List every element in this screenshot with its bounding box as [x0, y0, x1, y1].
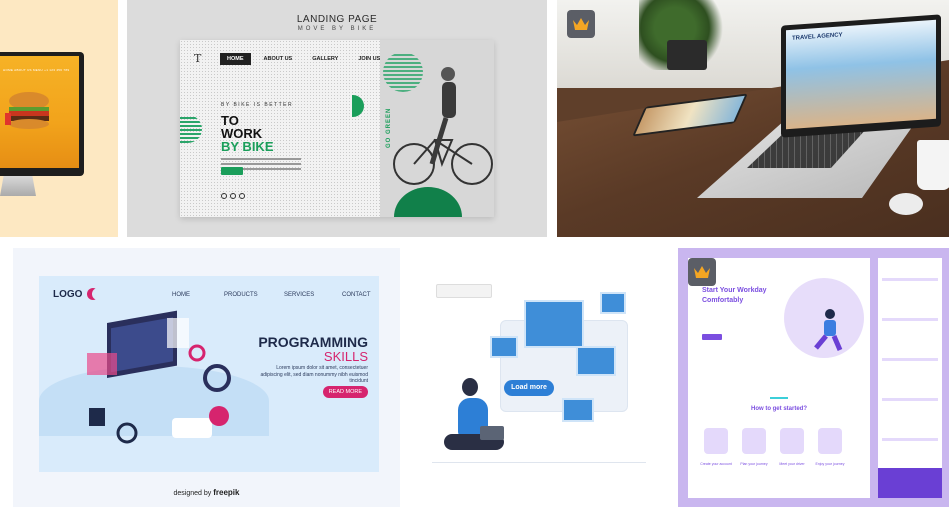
person-on-couch-illustration [814, 309, 843, 351]
menu-item-about: ABOUT US [263, 56, 293, 62]
burger-image [5, 92, 49, 129]
programmer-illustration [87, 310, 231, 444]
crown-icon [573, 18, 589, 30]
step-icons [704, 428, 842, 454]
travel-site-screen: TRAVEL AGENCY [786, 19, 936, 130]
mouse-image [889, 193, 923, 215]
step-3-label: Meet your driver [779, 462, 805, 466]
image-placeholder-top [600, 292, 626, 314]
landing-page-preview: T HOME ABOUT US GALLERY JOIN US BY BIKE … [180, 40, 494, 217]
laptop-icon [480, 426, 504, 440]
instagram-icon [221, 193, 227, 199]
step-labels: Create your account Plan your journey Me… [698, 462, 848, 466]
premium-badge[interactable] [567, 10, 595, 38]
travel-site-title: TRAVEL AGENCY [792, 32, 843, 42]
load-more-button: Load more [504, 380, 554, 396]
mobile-text-line [882, 318, 938, 321]
step-2-icon [742, 428, 766, 454]
mobile-text-line [882, 278, 938, 281]
thumbnail-bike-landing-page[interactable]: LANDING PAGE MOVE BY BIKE T HOME ABOUT U… [127, 0, 547, 237]
skills-headline: SKILLS [323, 349, 368, 364]
workday-headline: Start Your Workday Comfortably [702, 286, 772, 306]
mobile-text-line [882, 398, 938, 401]
nav-contact: CONTACT [342, 292, 371, 298]
go-green-label: GO GREEN [386, 107, 392, 148]
mobile-footer [878, 468, 942, 498]
menu-item-gallery: GALLERY [312, 56, 339, 62]
air-conditioner [436, 284, 492, 298]
image-placeholder-large [524, 300, 584, 348]
burger-site-nav: HOME ABOUT US MENU +1 123 456 789 [3, 68, 70, 72]
monitor-stand [0, 176, 36, 196]
floor-line [432, 462, 646, 463]
thumbnail-subtitle: MOVE BY BIKE [297, 26, 377, 32]
step-2-label: Plan your journey [740, 462, 768, 466]
step-4-label: Enjoy your journey [815, 462, 845, 466]
laptop-screen: TRAVEL AGENCY [781, 14, 941, 138]
step-4-icon [818, 428, 842, 454]
moon-logo-icon [87, 288, 104, 300]
read-more-button [221, 167, 243, 175]
mobile-text-line [882, 358, 938, 361]
step-3-icon [780, 428, 804, 454]
landing-menu: HOME ABOUT US GALLERY JOIN US [220, 53, 393, 65]
start-button [702, 334, 722, 340]
logo-text: LOGO [53, 289, 83, 300]
nav-services: SERVICES [284, 292, 315, 298]
menu-item-home: HOME [220, 53, 251, 65]
workday-page-preview: Start Your Workday Comfortably How to ge… [688, 258, 870, 498]
credit-prefix: designed by [173, 490, 212, 497]
workday-mobile-preview [878, 258, 942, 498]
step-1-label: Create your account [700, 462, 732, 466]
monitor-mockup: HOME ABOUT US MENU +1 123 456 789 [0, 52, 84, 176]
thumbnail-travel-agency[interactable]: TRAVEL AGENCY [557, 0, 949, 237]
step-1-icon [704, 428, 728, 454]
thumbnail-burger-website[interactable]: HOME ABOUT US MENU +1 123 456 789 [0, 0, 118, 237]
thumbnail-load-more[interactable]: Load more [410, 248, 668, 507]
section-accent-bar [770, 397, 788, 399]
freepik-logo: freepik [213, 488, 240, 497]
programming-headline: PROGRAMMING [258, 334, 368, 350]
read-more-button: READ MORE [322, 386, 368, 398]
thumbnail-title: LANDING PAGE [296, 14, 378, 25]
how-to-start-title: How to get started? [750, 406, 807, 412]
facebook-icon [230, 193, 236, 199]
pinterest-icon [239, 193, 245, 199]
social-icons [221, 193, 245, 199]
person-head [462, 378, 478, 396]
mug-image [917, 140, 949, 190]
image-placeholder-medium [576, 346, 616, 376]
nav-products: PRODUCTS [224, 292, 258, 298]
tagline: BY BIKE IS BETTER [221, 102, 294, 108]
image-placeholder-small [490, 336, 518, 358]
green-stripe-circle [383, 52, 423, 92]
workday-headline-text: Start Your Workday Comfortably [702, 287, 767, 304]
designed-by-credit: designed by freepik [13, 488, 400, 497]
thumbnail-workday-landing[interactable]: Start Your Workday Comfortably How to ge… [678, 248, 949, 507]
headline-green: BY BIKE [221, 139, 274, 154]
bike-logo-icon: T [194, 52, 202, 65]
plant-pot [667, 40, 707, 70]
monitor-screen: HOME ABOUT US MENU +1 123 456 789 [0, 56, 79, 168]
programming-landing-preview: LOGO HOME PRODUCTS SERVICES CONTACT PROG… [39, 276, 379, 472]
mobile-text-line [882, 438, 938, 441]
thumbnail-programming-skills[interactable]: LOGO HOME PRODUCTS SERVICES CONTACT PROG… [13, 248, 400, 507]
headline-black: TO WORK [221, 114, 262, 140]
premium-badge[interactable] [688, 258, 716, 286]
image-placeholder-bottom [562, 398, 594, 422]
crown-icon [694, 266, 710, 278]
nav-home: HOME [172, 292, 190, 298]
programming-body-text: Lorem ipsum dolor sit amet, consectetuer… [260, 365, 368, 384]
